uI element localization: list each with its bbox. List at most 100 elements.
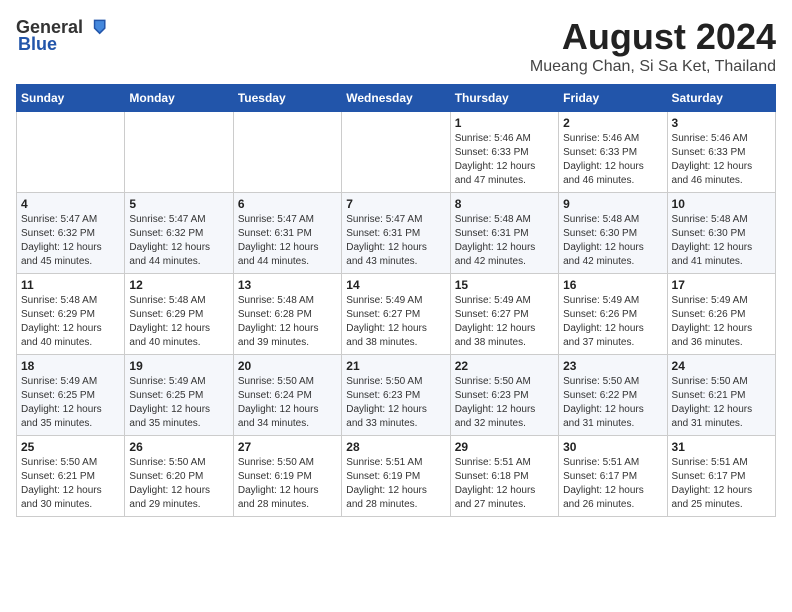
day-info: Sunrise: 5:49 AMSunset: 6:25 PMDaylight:… bbox=[21, 375, 120, 431]
day-number: 11 bbox=[21, 278, 120, 292]
day-number: 13 bbox=[238, 278, 337, 292]
calendar-day-cell: 14 Sunrise: 5:49 AMSunset: 6:27 PMDayligh… bbox=[342, 274, 450, 355]
day-info: Sunrise: 5:50 AMSunset: 6:20 PMDaylight:… bbox=[129, 456, 228, 512]
calendar-day-cell: 19Sunrise: 5:49 AMSunset: 6:25 PMDayligh… bbox=[125, 355, 233, 436]
day-number: 20 bbox=[238, 359, 337, 373]
day-of-week-header: Sunday bbox=[17, 85, 125, 112]
day-info: Sunrise: 5:50 AMSunset: 6:21 PMDaylight:… bbox=[21, 456, 120, 512]
calendar-day-cell: 5 Sunrise: 5:47 AMSunset: 6:32 PMDaylight… bbox=[125, 193, 233, 274]
calendar-day-cell: 1 Sunrise: 5:46 AMSunset: 6:33 PMDaylight… bbox=[450, 112, 558, 193]
day-number: 26 bbox=[129, 440, 228, 454]
day-of-week-header: Friday bbox=[559, 85, 667, 112]
day-number: 25 bbox=[21, 440, 120, 454]
day-info: Sunrise: 5:50 AMSunset: 6:21 PMDaylight:… bbox=[672, 375, 771, 431]
day-number: 21 bbox=[346, 359, 445, 373]
calendar-day-cell bbox=[342, 112, 450, 193]
calendar-day-cell: 12 Sunrise: 5:48 AMSunset: 6:29 PMDayligh… bbox=[125, 274, 233, 355]
calendar-day-cell bbox=[233, 112, 341, 193]
calendar-day-cell: 2Sunrise: 5:46 AMSunset: 6:33 PMDaylight… bbox=[559, 112, 667, 193]
day-number: 27 bbox=[238, 440, 337, 454]
calendar-day-cell bbox=[17, 112, 125, 193]
day-number: 24 bbox=[672, 359, 771, 373]
calendar-day-cell: 7Sunrise: 5:47 AMSunset: 6:31 PMDaylight… bbox=[342, 193, 450, 274]
day-number: 12 bbox=[129, 278, 228, 292]
day-info: Sunrise: 5:51 AMSunset: 6:17 PMDaylight:… bbox=[672, 456, 771, 512]
day-number: 14 bbox=[346, 278, 445, 292]
day-info: Sunrise: 5:49 AMSunset: 6:26 PMDaylight:… bbox=[672, 294, 771, 350]
calendar-week-row: 1 Sunrise: 5:46 AMSunset: 6:33 PMDaylight… bbox=[17, 112, 776, 193]
day-number: 8 bbox=[455, 197, 554, 211]
calendar-day-cell: 8 Sunrise: 5:48 AMSunset: 6:31 PMDaylight… bbox=[450, 193, 558, 274]
day-number: 2 bbox=[563, 116, 662, 130]
day-info: Sunrise: 5:47 AMSunset: 6:32 PMDaylight:… bbox=[21, 213, 120, 269]
calendar-day-cell: 20 Sunrise: 5:50 AMSunset: 6:24 PMDayligh… bbox=[233, 355, 341, 436]
day-number: 31 bbox=[672, 440, 771, 454]
calendar-day-cell bbox=[125, 112, 233, 193]
calendar-day-cell: 9Sunrise: 5:48 AMSunset: 6:30 PMDaylight… bbox=[559, 193, 667, 274]
day-info: Sunrise: 5:48 AMSunset: 6:29 PMDaylight:… bbox=[129, 294, 228, 350]
page-header: General Blue August 2024 Mueang Chan, Si… bbox=[16, 16, 776, 76]
day-number: 9 bbox=[563, 197, 662, 211]
calendar-day-cell: 17 Sunrise: 5:49 AMSunset: 6:26 PMDayligh… bbox=[667, 274, 775, 355]
calendar-day-cell: 27 Sunrise: 5:50 AMSunset: 6:19 PMDayligh… bbox=[233, 436, 341, 517]
day-info: Sunrise: 5:49 AMSunset: 6:27 PMDaylight:… bbox=[455, 294, 554, 350]
calendar-day-cell: 11Sunrise: 5:48 AMSunset: 6:29 PMDayligh… bbox=[17, 274, 125, 355]
day-number: 22 bbox=[455, 359, 554, 373]
logo-blue-text: Blue bbox=[18, 34, 57, 55]
day-number: 1 bbox=[455, 116, 554, 130]
day-info: Sunrise: 5:50 AMSunset: 6:22 PMDaylight:… bbox=[563, 375, 662, 431]
day-info: Sunrise: 5:47 AMSunset: 6:32 PMDaylight:… bbox=[129, 213, 228, 269]
day-number: 17 bbox=[672, 278, 771, 292]
day-info: Sunrise: 5:46 AMSunset: 6:33 PMDaylight:… bbox=[455, 132, 554, 188]
calendar-day-cell: 26 Sunrise: 5:50 AMSunset: 6:20 PMDayligh… bbox=[125, 436, 233, 517]
day-info: Sunrise: 5:49 AMSunset: 6:26 PMDaylight:… bbox=[563, 294, 662, 350]
day-info: Sunrise: 5:50 AMSunset: 6:19 PMDaylight:… bbox=[238, 456, 337, 512]
calendar-day-cell: 30Sunrise: 5:51 AMSunset: 6:17 PMDayligh… bbox=[559, 436, 667, 517]
day-number: 23 bbox=[563, 359, 662, 373]
day-number: 18 bbox=[21, 359, 120, 373]
calendar-day-cell: 24 Sunrise: 5:50 AMSunset: 6:21 PMDayligh… bbox=[667, 355, 775, 436]
day-of-week-header: Monday bbox=[125, 85, 233, 112]
day-info: Sunrise: 5:49 AMSunset: 6:27 PMDaylight:… bbox=[346, 294, 445, 350]
day-info: Sunrise: 5:47 AMSunset: 6:31 PMDaylight:… bbox=[238, 213, 337, 269]
day-number: 10 bbox=[672, 197, 771, 211]
day-number: 3 bbox=[672, 116, 771, 130]
day-number: 4 bbox=[21, 197, 120, 211]
calendar-day-cell: 21 Sunrise: 5:50 AMSunset: 6:23 PMDayligh… bbox=[342, 355, 450, 436]
day-info: Sunrise: 5:51 AMSunset: 6:18 PMDaylight:… bbox=[455, 456, 554, 512]
calendar-table: SundayMondayTuesdayWednesdayThursdayFrid… bbox=[16, 84, 776, 517]
day-number: 6 bbox=[238, 197, 337, 211]
calendar-day-cell: 16 Sunrise: 5:49 AMSunset: 6:26 PMDayligh… bbox=[559, 274, 667, 355]
day-number: 5 bbox=[129, 197, 228, 211]
day-info: Sunrise: 5:48 AMSunset: 6:31 PMDaylight:… bbox=[455, 213, 554, 269]
calendar-day-cell: 23 Sunrise: 5:50 AMSunset: 6:22 PMDayligh… bbox=[559, 355, 667, 436]
day-info: Sunrise: 5:50 AMSunset: 6:23 PMDaylight:… bbox=[346, 375, 445, 431]
calendar-day-cell: 25 Sunrise: 5:50 AMSunset: 6:21 PMDayligh… bbox=[17, 436, 125, 517]
calendar-week-row: 18 Sunrise: 5:49 AMSunset: 6:25 PMDayligh… bbox=[17, 355, 776, 436]
logo-icon bbox=[85, 16, 107, 38]
location-subtitle: Mueang Chan, Si Sa Ket, Thailand bbox=[530, 58, 776, 76]
day-of-week-header: Tuesday bbox=[233, 85, 341, 112]
calendar-day-cell: 31 Sunrise: 5:51 AMSunset: 6:17 PMDayligh… bbox=[667, 436, 775, 517]
day-of-week-header: Thursday bbox=[450, 85, 558, 112]
day-info: Sunrise: 5:48 AMSunset: 6:30 PMDaylight:… bbox=[672, 213, 771, 269]
day-info: Sunrise: 5:51 AMSunset: 6:19 PMDaylight:… bbox=[346, 456, 445, 512]
calendar-day-cell: 10 Sunrise: 5:48 AMSunset: 6:30 PMDayligh… bbox=[667, 193, 775, 274]
day-number: 19 bbox=[129, 359, 228, 373]
calendar-day-cell: 3 Sunrise: 5:46 AMSunset: 6:33 PMDaylight… bbox=[667, 112, 775, 193]
day-info: Sunrise: 5:46 AMSunset: 6:33 PMDaylight:… bbox=[672, 132, 771, 188]
day-number: 16 bbox=[563, 278, 662, 292]
day-info: Sunrise: 5:50 AMSunset: 6:24 PMDaylight:… bbox=[238, 375, 337, 431]
calendar-week-row: 4 Sunrise: 5:47 AMSunset: 6:32 PMDaylight… bbox=[17, 193, 776, 274]
day-info: Sunrise: 5:48 AMSunset: 6:28 PMDaylight:… bbox=[238, 294, 337, 350]
calendar-day-cell: 6 Sunrise: 5:47 AMSunset: 6:31 PMDaylight… bbox=[233, 193, 341, 274]
day-info: Sunrise: 5:50 AMSunset: 6:23 PMDaylight:… bbox=[455, 375, 554, 431]
logo: General Blue bbox=[16, 16, 107, 55]
calendar-day-cell: 29Sunrise: 5:51 AMSunset: 6:18 PMDayligh… bbox=[450, 436, 558, 517]
calendar-week-row: 11 Sunrise: 5:48 AMSunset: 6:29 PMDayligh… bbox=[17, 274, 776, 355]
day-info: Sunrise: 5:47 AMSunset: 6:31 PMDaylight:… bbox=[346, 213, 445, 269]
day-info: Sunrise: 5:51 AMSunset: 6:17 PMDaylight:… bbox=[563, 456, 662, 512]
calendar-day-cell: 13 Sunrise: 5:48 AMSunset: 6:28 PMDayligh… bbox=[233, 274, 341, 355]
day-of-week-header: Saturday bbox=[667, 85, 775, 112]
month-year-title: August 2024 bbox=[530, 16, 776, 58]
